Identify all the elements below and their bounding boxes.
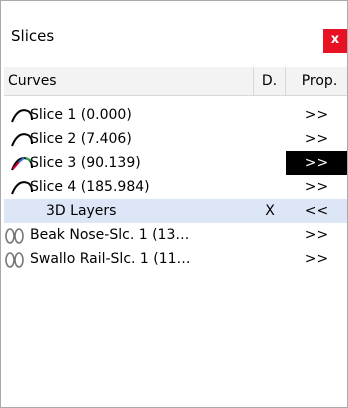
row-prop-button[interactable]: >>: [286, 151, 347, 175]
panel-title: Slices: [11, 27, 55, 45]
column-header-prop[interactable]: Prop.: [286, 67, 347, 91]
tree-row-swallo-rail[interactable]: Swallo Rail-Slc. 1 (11… >>: [4, 247, 347, 271]
row-prop-button[interactable]: >>: [286, 127, 347, 151]
row-label: Beak Nose-Slc. 1 (13…: [30, 227, 190, 243]
tree-row-slice-2[interactable]: Slice 2 (7.406) >>: [4, 127, 347, 151]
row-prop-button[interactable]: >>: [286, 223, 347, 247]
row-prop-button[interactable]: <<: [286, 199, 347, 223]
row-prop-button[interactable]: >>: [286, 175, 347, 199]
tree-row-beak-nose[interactable]: Beak Nose-Slc. 1 (13… >>: [4, 223, 347, 247]
row-label: 3D Layers: [46, 203, 117, 219]
tree-row-3d-layers[interactable]: 3D Layers X <<: [4, 199, 347, 223]
tree-row-slice-1[interactable]: Slice 1 (0.000) >>: [4, 103, 347, 127]
column-header: Curves D. Prop.: [4, 67, 347, 96]
row-label: Slice 2 (7.406): [30, 131, 132, 147]
row-prop-button[interactable]: >>: [286, 103, 347, 127]
tree-row-slice-3[interactable]: Slice 3 (90.139) >>: [4, 151, 347, 175]
tree-row-slice-4[interactable]: Slice 4 (185.984) >>: [4, 175, 347, 199]
row-d-flag[interactable]: X: [254, 199, 286, 223]
row-label: Slice 4 (185.984): [30, 179, 150, 195]
row-label: Slice 1 (0.000): [30, 107, 132, 123]
column-header-d[interactable]: D.: [254, 67, 286, 95]
column-header-curves[interactable]: Curves: [4, 67, 254, 95]
title-bar: Slices x: [1, 1, 347, 63]
slices-panel: Slices x Curves D. Prop. Slice 1 (0.000)…: [0, 0, 348, 408]
close-button[interactable]: x: [323, 29, 347, 53]
row-label: Swallo Rail-Slc. 1 (11…: [30, 251, 191, 267]
row-prop-button[interactable]: >>: [286, 247, 347, 271]
row-label: Slice 3 (90.139): [30, 155, 141, 171]
curves-tree: Curves D. Prop. Slice 1 (0.000) >> Slice…: [4, 67, 347, 397]
